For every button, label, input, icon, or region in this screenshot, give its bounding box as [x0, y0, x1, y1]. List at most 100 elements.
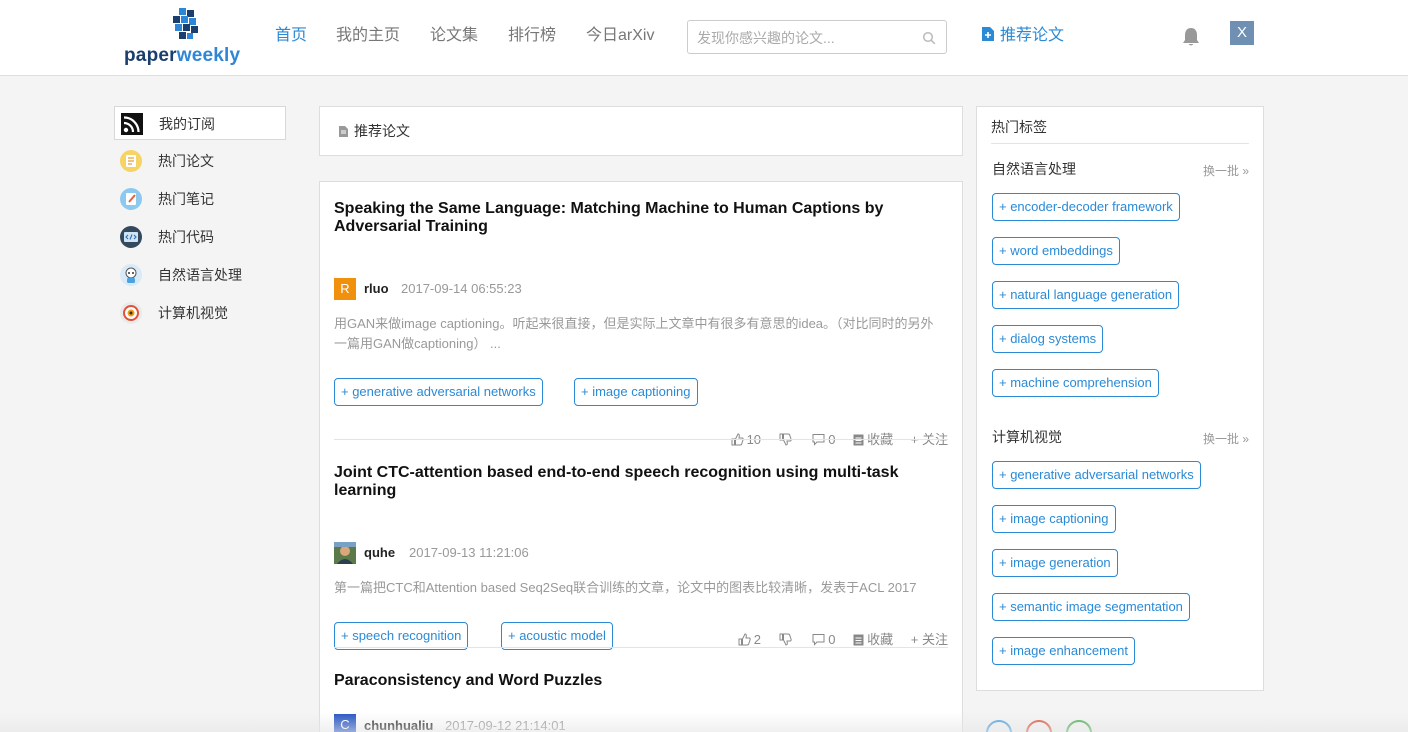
post-time: 2017-09-14 06:55:23: [401, 281, 522, 296]
post-time: 2017-09-13 11:21:06: [409, 545, 529, 560]
hot-tag[interactable]: + natural language generation: [992, 281, 1180, 309]
search-icon[interactable]: [922, 31, 936, 45]
thumbs-up-icon: [738, 633, 751, 646]
share-circle-icon[interactable]: [1066, 720, 1092, 732]
author-avatar[interactable]: R: [334, 278, 356, 300]
paper-title[interactable]: Paraconsistency and Word Puzzles: [334, 672, 934, 690]
share-circle-icon[interactable]: [986, 720, 1012, 732]
card-divider: [334, 439, 948, 440]
collect-icon: [853, 634, 864, 646]
author-name[interactable]: rluo: [364, 281, 389, 297]
document-plus-icon: [982, 27, 994, 41]
dislike-button[interactable]: [779, 632, 795, 648]
sidebar-item-hot-notes[interactable]: 热门笔记: [114, 182, 286, 216]
top-navbar: paperweekly 首页 我的主页 论文集 排行榜 今日arXiv 推荐论文…: [0, 0, 1408, 76]
paper-actions: 10 0 收藏 + 关注: [717, 432, 948, 448]
recommend-paper-label: 推荐论文: [1000, 27, 1065, 44]
sidebar-item-label: 热门笔记: [158, 191, 214, 207]
note-icon: [120, 188, 142, 210]
sidebar-item-label: 我的订阅: [159, 116, 215, 132]
paper-icon: [120, 150, 142, 172]
post-time: 2017-09-12 21:14:01: [445, 718, 566, 732]
search-box: [687, 20, 947, 54]
code-icon: [120, 226, 142, 248]
bell-icon[interactable]: [1182, 27, 1200, 47]
hot-tag[interactable]: + dialog systems: [992, 325, 1104, 353]
nav-home[interactable]: 首页: [275, 26, 307, 46]
paper-tag[interactable]: + speech recognition: [334, 622, 469, 650]
sidebar-item-my-subscriptions[interactable]: 我的订阅: [114, 106, 286, 140]
sidebar-item-hot-papers[interactable]: 热门论文: [114, 144, 286, 178]
author-avatar[interactable]: [334, 542, 356, 564]
eye-icon: [120, 302, 142, 324]
hot-tag[interactable]: + generative adversarial networks: [992, 461, 1201, 489]
divider: [991, 143, 1249, 144]
document-icon: [339, 126, 348, 137]
paper-tag[interactable]: + generative adversarial networks: [334, 378, 543, 406]
card-divider: [334, 647, 948, 648]
refresh-tags-button[interactable]: 换一批 »: [1203, 164, 1249, 178]
comment-button[interactable]: 0: [812, 632, 836, 648]
sidebar-item-label: 热门代码: [158, 229, 214, 245]
recommend-paper-button[interactable]: 推荐论文: [982, 26, 1064, 46]
paper-card: Speaking the Same Language: Matching Mac…: [334, 200, 948, 447]
paper-actions: 2 0 收藏 + 关注: [724, 632, 948, 648]
comment-count: 0: [828, 632, 836, 647]
search-input[interactable]: [697, 28, 917, 48]
collect-button[interactable]: 收藏: [853, 632, 893, 648]
author-name[interactable]: chunhualiu: [364, 718, 433, 732]
hot-tag[interactable]: + word embeddings: [992, 237, 1120, 265]
robot-icon: [120, 264, 142, 286]
collect-icon: [853, 434, 864, 446]
like-button[interactable]: 10: [731, 432, 761, 448]
sidebar-item-label: 自然语言处理: [158, 267, 242, 283]
follow-button[interactable]: + 关注: [911, 632, 948, 648]
follow-button[interactable]: + 关注: [911, 432, 948, 448]
hot-tag[interactable]: + image enhancement: [992, 637, 1136, 665]
collect-label: 收藏: [867, 632, 894, 647]
share-circle-icon[interactable]: [1026, 720, 1052, 732]
hot-tag[interactable]: + machine comprehension: [992, 369, 1159, 397]
paper-card: Paraconsistency and Word Puzzles C chunh…: [334, 672, 948, 732]
paper-card: Joint CTC-attention based end-to-end spe…: [334, 464, 948, 650]
paper-title[interactable]: Speaking the Same Language: Matching Mac…: [334, 200, 934, 236]
hot-tag[interactable]: + image captioning: [992, 505, 1116, 533]
hot-tags-title: 热门标签: [991, 119, 1047, 135]
sidebar-item-computer-vision[interactable]: 计算机视觉: [114, 296, 286, 330]
sidebar-item-nlp[interactable]: 自然语言处理: [114, 258, 286, 292]
logo-text: paperweekly: [124, 45, 241, 66]
thumbs-down-icon: [779, 633, 792, 646]
hot-tag[interactable]: + encoder-decoder framework: [992, 193, 1180, 221]
nav-my-homepage[interactable]: 我的主页: [336, 26, 400, 46]
recommend-papers-title: 推荐论文: [354, 123, 410, 139]
comment-button[interactable]: 0: [812, 432, 836, 448]
paper-abstract[interactable]: 用GAN来做image captioning。听起来很直接，但是实际上文章中有很…: [334, 314, 946, 354]
hot-tag[interactable]: + image generation: [992, 549, 1118, 577]
hot-tag[interactable]: + semantic image segmentation: [992, 593, 1190, 621]
sidebar-item-label: 计算机视觉: [158, 305, 228, 321]
refresh-tags-button[interactable]: 换一批 »: [1203, 432, 1249, 446]
logo-mark-icon: [173, 8, 198, 39]
paper-tag[interactable]: + image captioning: [574, 378, 698, 406]
paper-abstract[interactable]: 第一篇把CTC和Attention based Seq2Seq联合训练的文章，论…: [334, 578, 946, 598]
comment-icon: [812, 634, 825, 646]
rss-icon: [121, 113, 143, 135]
paperweekly-logo[interactable]: paperweekly: [124, 8, 248, 68]
recommend-papers-header: 推荐论文: [319, 106, 963, 156]
like-count: 2: [753, 632, 762, 647]
paper-title[interactable]: Joint CTC-attention based end-to-end spe…: [334, 464, 934, 500]
author-name[interactable]: quhe: [364, 545, 395, 561]
sidebar-item-label: 热门论文: [158, 153, 214, 169]
sidebar-item-hot-code[interactable]: 热门代码: [114, 220, 286, 254]
section-title-nlp: 自然语言处理: [992, 161, 1076, 177]
like-button[interactable]: 2: [738, 632, 761, 648]
hot-tags-panel: 热门标签 自然语言处理 换一批 » + encoder-decoder fram…: [976, 106, 1264, 691]
user-avatar[interactable]: X: [1230, 21, 1254, 45]
paper-tag[interactable]: + acoustic model: [501, 622, 613, 650]
nav-collections[interactable]: 论文集: [430, 26, 478, 46]
collect-button[interactable]: 收藏: [853, 432, 893, 448]
author-avatar[interactable]: C: [334, 714, 356, 732]
nav-ranking[interactable]: 排行榜: [508, 26, 556, 46]
dislike-button[interactable]: [779, 432, 795, 448]
nav-today-arxiv[interactable]: 今日arXiv: [586, 26, 654, 46]
